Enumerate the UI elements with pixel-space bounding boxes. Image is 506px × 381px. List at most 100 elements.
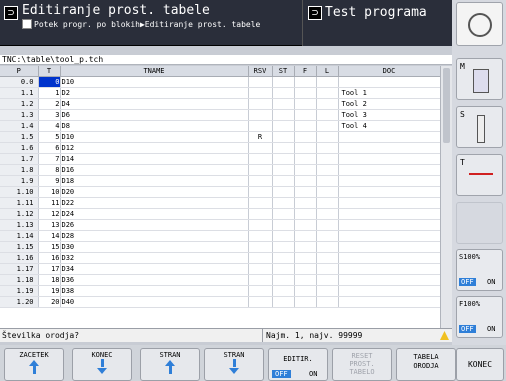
cell-f[interactable]	[294, 219, 317, 231]
table-row[interactable]: 1.3 3 D6 Tool 3	[0, 109, 440, 121]
cell-l[interactable]	[316, 186, 339, 198]
table-row[interactable]: 1.13 13 D26	[0, 219, 440, 231]
cell-tname[interactable]: D26	[60, 219, 249, 231]
cell-st[interactable]	[272, 87, 295, 99]
tool-button[interactable]: T	[456, 154, 503, 196]
cell-p[interactable]: 1.6	[0, 142, 39, 154]
cell-l[interactable]	[316, 285, 339, 297]
cell-f[interactable]	[294, 186, 317, 198]
cell-p[interactable]: 1.4	[0, 120, 39, 132]
feed-override[interactable]: F100% OFF ON	[456, 296, 503, 338]
cell-tname[interactable]: D18	[60, 175, 249, 187]
cell-tname[interactable]: D16	[60, 164, 249, 176]
cell-st[interactable]	[272, 208, 295, 220]
col-l[interactable]: L	[316, 66, 339, 77]
cell-p[interactable]: 1.3	[0, 109, 39, 121]
table-row[interactable]: 1.11 11 D22	[0, 197, 440, 209]
cell-p[interactable]: 1.8	[0, 164, 39, 176]
cell-tname[interactable]: D8	[60, 120, 249, 132]
cell-rsv[interactable]	[248, 285, 273, 297]
cell-p[interactable]: 1.17	[0, 263, 39, 275]
cell-doc[interactable]	[338, 219, 440, 231]
cell-st[interactable]	[272, 241, 295, 253]
table-row[interactable]: 1.15 15 D30	[0, 241, 440, 253]
cell-tname[interactable]: D4	[60, 98, 249, 110]
cell-l[interactable]	[316, 131, 339, 143]
reset-table-button[interactable]: RESET PROST. TABELO	[332, 348, 392, 381]
cell-f[interactable]	[294, 87, 317, 99]
cell-t[interactable]: 9	[38, 175, 61, 187]
exit-button[interactable]: KONEC	[456, 348, 504, 381]
cell-tname[interactable]: D10	[60, 131, 249, 143]
cell-p[interactable]: 1.13	[0, 219, 39, 231]
table-row[interactable]: 0.0 0 D10	[0, 76, 440, 88]
cell-rsv[interactable]	[248, 153, 273, 165]
cell-tname[interactable]: D10	[60, 76, 249, 88]
cell-l[interactable]	[316, 76, 339, 88]
table-row[interactable]: 1.19 19 D38	[0, 285, 440, 297]
cell-st[interactable]	[272, 263, 295, 275]
cell-t[interactable]: 6	[38, 142, 61, 154]
cell-f[interactable]	[294, 98, 317, 110]
cell-l[interactable]	[316, 296, 339, 308]
cell-p[interactable]: 0.0	[0, 76, 39, 88]
cell-st[interactable]	[272, 197, 295, 209]
cell-t[interactable]: 5	[38, 131, 61, 143]
cell-doc[interactable]: Tool 2	[338, 98, 440, 110]
table-row[interactable]: 1.8 8 D16	[0, 164, 440, 176]
col-f[interactable]: F	[294, 66, 317, 77]
cell-rsv[interactable]	[248, 76, 273, 88]
cell-f[interactable]	[294, 252, 317, 264]
cell-p[interactable]: 1.16	[0, 252, 39, 264]
cell-st[interactable]	[272, 109, 295, 121]
cell-f[interactable]	[294, 263, 317, 275]
cell-doc[interactable]	[338, 142, 440, 154]
cell-f[interactable]	[294, 142, 317, 154]
cell-rsv[interactable]	[248, 120, 273, 132]
cell-st[interactable]	[272, 186, 295, 198]
cell-rsv[interactable]	[248, 219, 273, 231]
cell-l[interactable]	[316, 175, 339, 187]
spindle-override[interactable]: S100% OFF ON	[456, 249, 503, 291]
cell-tname[interactable]: D30	[60, 241, 249, 253]
cell-l[interactable]	[316, 87, 339, 99]
cell-t[interactable]: 20	[38, 296, 61, 308]
cell-t[interactable]: 15	[38, 241, 61, 253]
cell-doc[interactable]	[338, 263, 440, 275]
cell-rsv[interactable]	[248, 109, 273, 121]
cell-f[interactable]	[294, 175, 317, 187]
col-tname[interactable]: TNAME	[60, 66, 249, 77]
cell-p[interactable]: 1.9	[0, 175, 39, 187]
cell-doc[interactable]	[338, 208, 440, 220]
cell-p[interactable]: 1.1	[0, 87, 39, 99]
cell-l[interactable]	[316, 241, 339, 253]
cell-f[interactable]	[294, 241, 317, 253]
cell-t[interactable]: 1	[38, 87, 61, 99]
cell-l[interactable]	[316, 274, 339, 286]
cell-st[interactable]	[272, 296, 295, 308]
cell-st[interactable]	[272, 98, 295, 110]
table-row[interactable]: 1.9 9 D18	[0, 175, 440, 187]
cell-rsv[interactable]: R	[248, 131, 273, 143]
cell-rsv[interactable]	[248, 142, 273, 154]
cell-doc[interactable]	[338, 230, 440, 242]
table-row[interactable]: 1.7 7 D14	[0, 153, 440, 165]
table-row[interactable]: 1.14 14 D28	[0, 230, 440, 242]
cell-rsv[interactable]	[248, 87, 273, 99]
table-row[interactable]: 1.5 5 D10 R	[0, 131, 440, 143]
col-rsv[interactable]: RSV	[248, 66, 273, 77]
go-start-button[interactable]: ZACETEK	[4, 348, 64, 381]
cell-doc[interactable]	[338, 296, 440, 308]
cell-doc[interactable]: Tool 1	[338, 87, 440, 99]
cell-l[interactable]	[316, 142, 339, 154]
cell-st[interactable]	[272, 230, 295, 242]
cell-p[interactable]: 1.12	[0, 208, 39, 220]
cell-p[interactable]: 1.19	[0, 285, 39, 297]
cell-st[interactable]	[272, 219, 295, 231]
cell-st[interactable]	[272, 76, 295, 88]
cell-p[interactable]: 1.7	[0, 153, 39, 165]
cell-tname[interactable]: D14	[60, 153, 249, 165]
clock-button[interactable]	[456, 2, 503, 46]
cell-f[interactable]	[294, 274, 317, 286]
cell-p[interactable]: 1.10	[0, 186, 39, 198]
